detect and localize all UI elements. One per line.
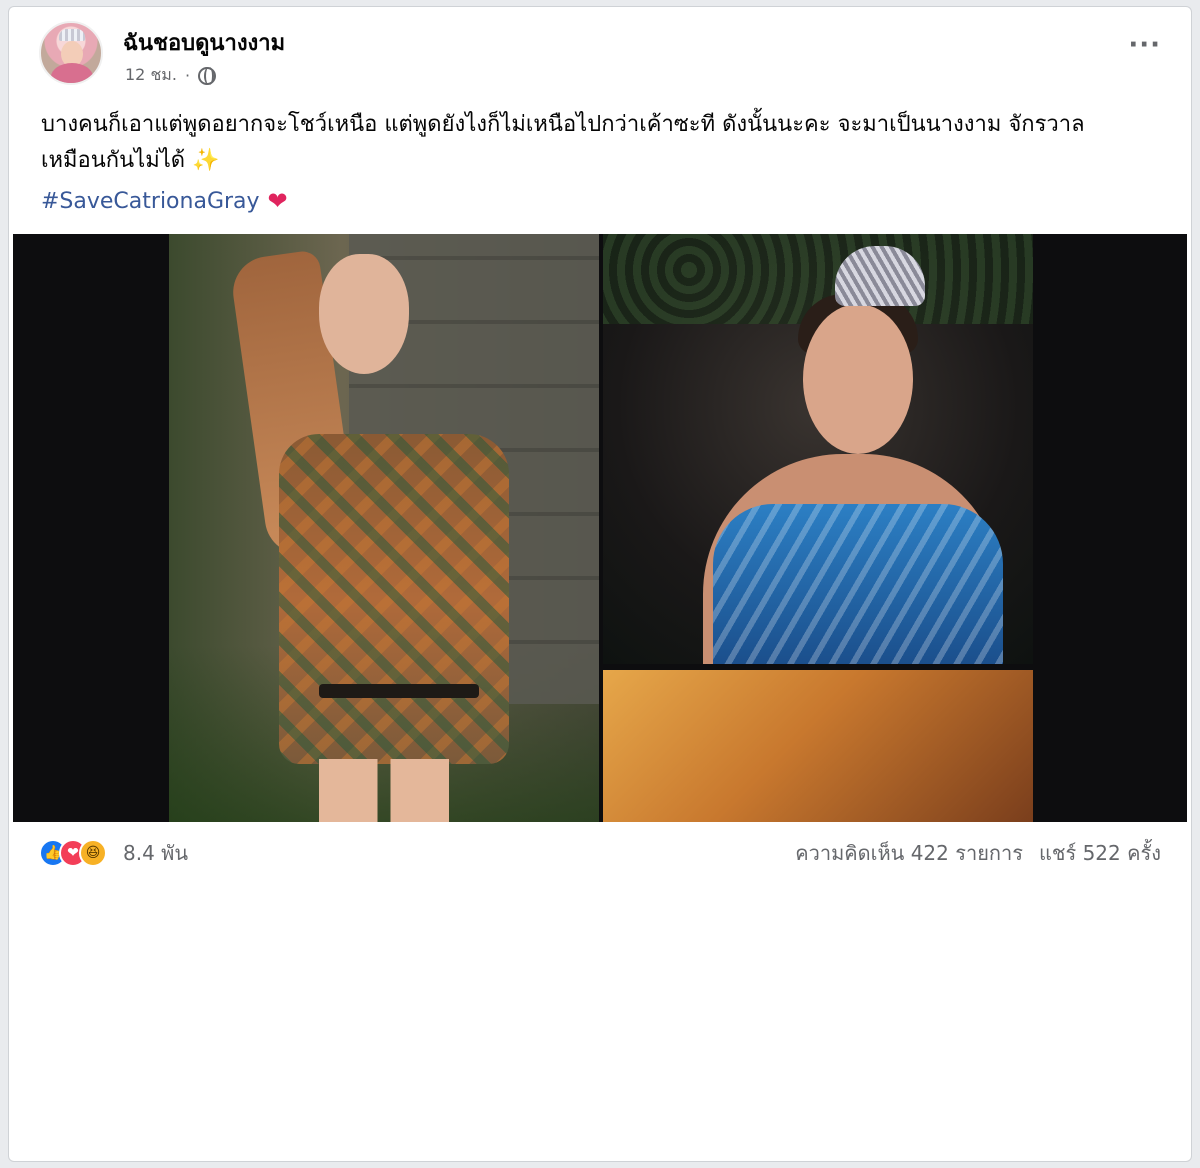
patterned-dress [279, 434, 509, 764]
hashtag-link[interactable]: #SaveCatrionaGray [41, 189, 260, 214]
heart-icon: ❤ [267, 187, 288, 215]
belt [319, 684, 479, 698]
reaction-icons: 👍 ❤ 😆 [39, 839, 107, 867]
reaction-count[interactable]: 8.4 พัน [123, 837, 188, 869]
reactions[interactable]: 👍 ❤ 😆 8.4 พัน [39, 837, 188, 869]
more-options-icon[interactable]: ··· [1128, 32, 1161, 58]
head [319, 254, 409, 374]
post-card: ฉันชอบดูนางงาม 12 ชม. · ··· บางคนก็เอาแต… [8, 6, 1192, 1162]
blue-gown [713, 504, 1003, 664]
shares-count[interactable]: แชร์ 522 ครั้ง [1039, 837, 1161, 869]
post-text: บางคนก็เอาแต่พูดอยากจะโชว์เหนือ แต่พูดยั… [41, 112, 1085, 173]
meta-dot: · [184, 66, 191, 85]
globe-icon[interactable] [198, 66, 217, 85]
avatar-crown [59, 29, 85, 41]
photo-left[interactable] [169, 234, 599, 822]
author-avatar[interactable] [39, 21, 103, 85]
post-footer: 👍 ❤ 😆 8.4 พัน ความคิดเห็น 422 รายการ แชร… [39, 833, 1161, 873]
post-media[interactable] [13, 234, 1187, 822]
photo-bottom-right[interactable] [603, 670, 1033, 822]
head [803, 304, 913, 454]
photo-top-right[interactable] [603, 234, 1033, 664]
photo-bottom-right-bg [603, 670, 1033, 822]
legs [319, 759, 449, 822]
hashtag-line: #SaveCatrionaGray ❤ [41, 187, 288, 215]
post-header: ฉันชอบดูนางงาม 12 ชม. · ··· [39, 21, 1161, 91]
avatar-gown [51, 63, 93, 83]
haha-icon: 😆 [79, 839, 107, 867]
post-stats: ความคิดเห็น 422 รายการ แชร์ 522 ครั้ง [795, 837, 1161, 869]
post-meta: 12 ชม. · [125, 63, 217, 88]
post-time[interactable]: 12 ชม. [125, 63, 177, 88]
author-name[interactable]: ฉันชอบดูนางงาม [123, 25, 285, 60]
comments-count[interactable]: ความคิดเห็น 422 รายการ [795, 837, 1023, 869]
